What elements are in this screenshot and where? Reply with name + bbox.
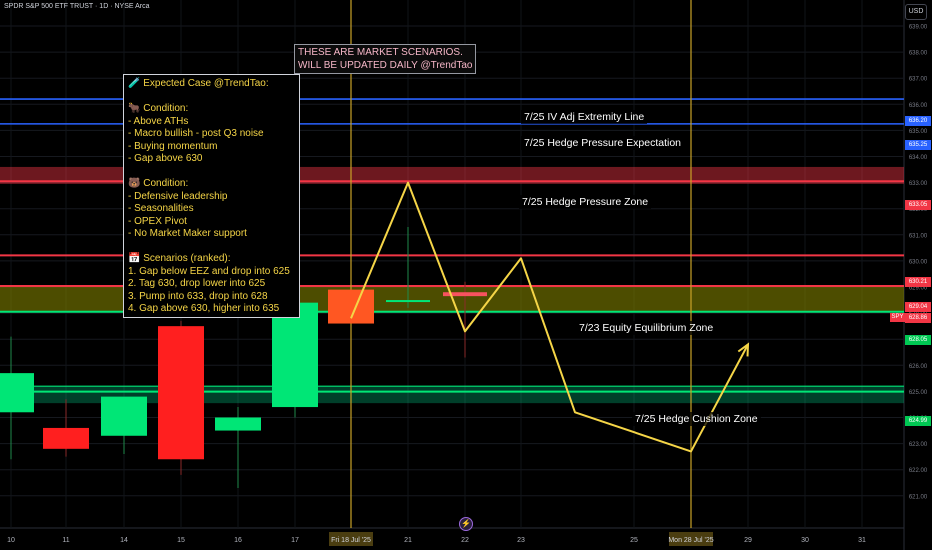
x-tick-label: 17 bbox=[291, 537, 299, 544]
y-tick-label: 631.00 bbox=[909, 233, 928, 239]
price-tag-629-04: 629.04 bbox=[905, 302, 931, 312]
y-tick-label: 639.00 bbox=[909, 25, 928, 31]
x-tick-label: 31 bbox=[858, 537, 866, 544]
price-tag-628-86: 628.86 bbox=[905, 313, 931, 323]
y-tick-label: 635.00 bbox=[909, 129, 928, 135]
note-line: - No Market Maker support bbox=[128, 228, 247, 239]
x-tick-label: 30 bbox=[801, 537, 809, 544]
price-tag-624-99: 624.99 bbox=[905, 416, 931, 426]
x-tick-label: Mon 28 Jul '25 bbox=[668, 537, 713, 544]
note-line: 🐻 Condition: bbox=[128, 178, 189, 189]
note-line bbox=[128, 241, 295, 254]
x-tick-label: 29 bbox=[744, 537, 752, 544]
note-line: 1. Gap below EEZ and drop into 625 bbox=[128, 265, 290, 277]
price-tag-630-21: 630.21 bbox=[905, 277, 931, 287]
candle-body bbox=[215, 417, 261, 431]
lightning-event-icon[interactable]: ⚡ bbox=[459, 517, 473, 531]
note-line: - Macro bullish - post Q3 noise bbox=[128, 128, 264, 139]
candle-body bbox=[158, 326, 204, 460]
note-line: 🧪 Expected Case @TrendTao: bbox=[128, 78, 269, 89]
banner-line-1: THESE ARE MARKET SCENARIOS. bbox=[298, 47, 463, 58]
y-tick-label: 630.00 bbox=[909, 259, 928, 265]
x-tick-label: 10 bbox=[7, 537, 15, 544]
candle-body bbox=[101, 396, 147, 436]
hedge-pressure-zone-label: 7/25 Hedge Pressure Zone bbox=[519, 195, 652, 209]
y-tick-label: 633.00 bbox=[909, 181, 928, 187]
y-tick-label: 625.00 bbox=[909, 390, 928, 396]
note-line: 4. Gap above 630, higher into 635 bbox=[128, 303, 280, 314]
note-line bbox=[128, 166, 295, 179]
y-tick-label: 634.00 bbox=[909, 155, 928, 161]
note-line: - Defensive leadership bbox=[128, 190, 228, 202]
hedge-expectation-label: 7/25 Hedge Pressure Expectation bbox=[521, 136, 685, 150]
note-line: 3. Pump into 633, drop into 628 bbox=[128, 290, 268, 302]
iv-line-label: 7/25 IV Adj Extremity Line bbox=[521, 110, 648, 124]
note-line: - OPEX Pivot bbox=[128, 215, 187, 227]
candle-body bbox=[43, 427, 89, 449]
note-line: 📅 Scenarios (ranked): bbox=[128, 253, 231, 264]
candle-body bbox=[272, 302, 318, 408]
x-tick-label: 11 bbox=[62, 537, 69, 544]
x-tick-label: 15 bbox=[177, 537, 185, 544]
x-tick-label: 14 bbox=[120, 537, 128, 544]
scenario-banner: THESE ARE MARKET SCENARIOS. WILL BE UPDA… bbox=[294, 44, 477, 74]
y-tick-label: 622.00 bbox=[909, 468, 928, 474]
banner-line-2: WILL BE UPDATED DAILY @TrendTao bbox=[298, 60, 473, 71]
note-line: - Buying momentum bbox=[128, 140, 218, 152]
note-line: - Above ATHs bbox=[128, 115, 189, 127]
y-tick-label: 638.00 bbox=[909, 51, 928, 57]
candle-body bbox=[0, 373, 34, 413]
expected-case-note: 🧪 Expected Case @TrendTao: 🐂 Condition: -… bbox=[123, 74, 300, 318]
price-tag-636-20: 636.20 bbox=[905, 116, 931, 126]
note-line: - Seasonalities bbox=[128, 203, 194, 214]
candle-body bbox=[386, 300, 430, 303]
y-tick-label: 623.00 bbox=[909, 442, 928, 448]
note-line: 2. Tag 630, drop lower into 625 bbox=[128, 278, 266, 289]
equity-equilibrium-label: 7/23 Equity Equilibrium Zone bbox=[576, 321, 717, 335]
hedge-cushion-label: 7/25 Hedge Cushion Zone bbox=[632, 412, 761, 426]
x-tick-label: 23 bbox=[517, 537, 525, 544]
price-tag-628-05: 628.05 bbox=[905, 335, 931, 345]
x-tick-label: 22 bbox=[461, 537, 469, 544]
y-tick-label: 636.00 bbox=[909, 103, 928, 109]
symbol-title: SPDR S&P 500 ETF TRUST · 1D · NYSE Arca bbox=[4, 3, 150, 10]
x-tick-label: 21 bbox=[404, 537, 412, 544]
spy-symbol-tag: SPY bbox=[890, 313, 905, 322]
note-line bbox=[128, 91, 295, 104]
y-tick-label: 637.00 bbox=[909, 77, 928, 83]
y-tick-label: 626.00 bbox=[909, 364, 928, 370]
candle-body bbox=[328, 289, 374, 324]
y-tick-label: 621.00 bbox=[909, 494, 928, 500]
currency-button[interactable]: USD bbox=[905, 4, 927, 20]
note-line: 🐂 Condition: bbox=[128, 103, 189, 114]
price-tag-633-05: 633.05 bbox=[905, 200, 931, 210]
note-line: - Gap above 630 bbox=[128, 153, 203, 164]
x-tick-label: 25 bbox=[630, 537, 638, 544]
price-tag-635-25: 635.25 bbox=[905, 140, 931, 150]
x-tick-label: 16 bbox=[234, 537, 242, 544]
x-tick-label: Fri 18 Jul '25 bbox=[331, 537, 371, 544]
